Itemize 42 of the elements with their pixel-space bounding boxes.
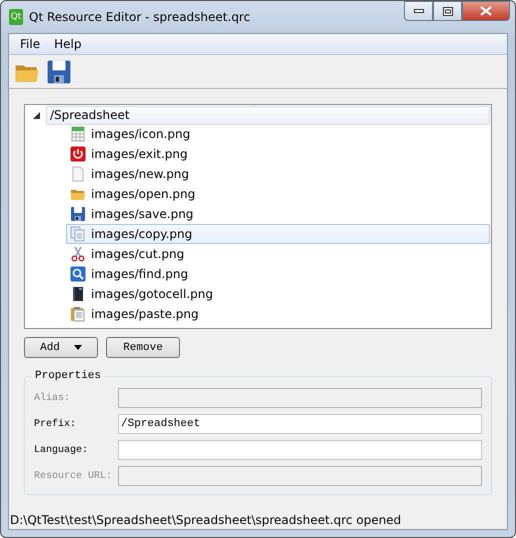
dropdown-button[interactable]: Add — [24, 337, 98, 358]
app-icon: Qt — [9, 9, 23, 25]
input-field[interactable] — [118, 440, 482, 460]
field-label: Prefix: — [34, 418, 78, 430]
tree-item[interactable]: images/new.png — [66, 164, 490, 184]
tree-item[interactable]: images/open.png — [66, 184, 490, 204]
field-label: Language: — [34, 444, 90, 456]
window-title: Qt Resource Editor - spreadsheet.qrc — [29, 10, 250, 24]
menu-item[interactable]: File — [13, 37, 48, 51]
power-icon — [70, 146, 86, 162]
input-field[interactable]: /Spreadsheet — [118, 414, 482, 434]
maximize-icon — [442, 6, 452, 16]
tree-item[interactable]: /Spreadsheet — [46, 106, 490, 124]
caret-icon — [74, 345, 82, 350]
group-title: Properties — [34, 370, 102, 382]
close-button[interactable] — [462, 1, 510, 21]
toolbar-button[interactable] — [45, 58, 73, 86]
page-icon — [70, 166, 86, 182]
spreadsheet-icon — [70, 126, 86, 142]
expand-arrow-icon[interactable] — [32, 112, 40, 118]
tree-item[interactable]: images/icon.png — [66, 124, 490, 144]
tree-item[interactable]: images/gotocell.png — [66, 284, 490, 304]
tree-item[interactable]: images/exit.png — [66, 144, 490, 164]
menu-item[interactable]: Help — [47, 37, 88, 51]
status-text: D:\QtTest\test\Spreadsheet\Spreadsheet\spreadsheet.qrc opened — [9, 513, 402, 529]
field-label: Alias: — [34, 392, 72, 404]
tree-item[interactable]: images/copy.png — [66, 224, 490, 244]
documents-icon — [70, 226, 86, 242]
book-icon — [70, 286, 86, 302]
minimize-button[interactable] — [404, 1, 433, 21]
tree-item[interactable]: images/cut.png — [66, 244, 490, 264]
close-icon — [480, 6, 492, 16]
tree-item[interactable]: images/find.png — [66, 264, 490, 284]
search-icon — [70, 266, 86, 282]
tree-item[interactable]: images/save.png — [66, 204, 490, 224]
scissors-icon — [70, 246, 86, 262]
minimize-icon — [414, 9, 424, 13]
tree-item[interactable]: images/paste.png — [66, 304, 490, 324]
clipboard-icon — [70, 306, 86, 322]
field-label: Resource URL: — [34, 470, 114, 482]
push-button[interactable]: Remove — [106, 337, 180, 358]
maximize-button[interactable] — [433, 1, 462, 21]
